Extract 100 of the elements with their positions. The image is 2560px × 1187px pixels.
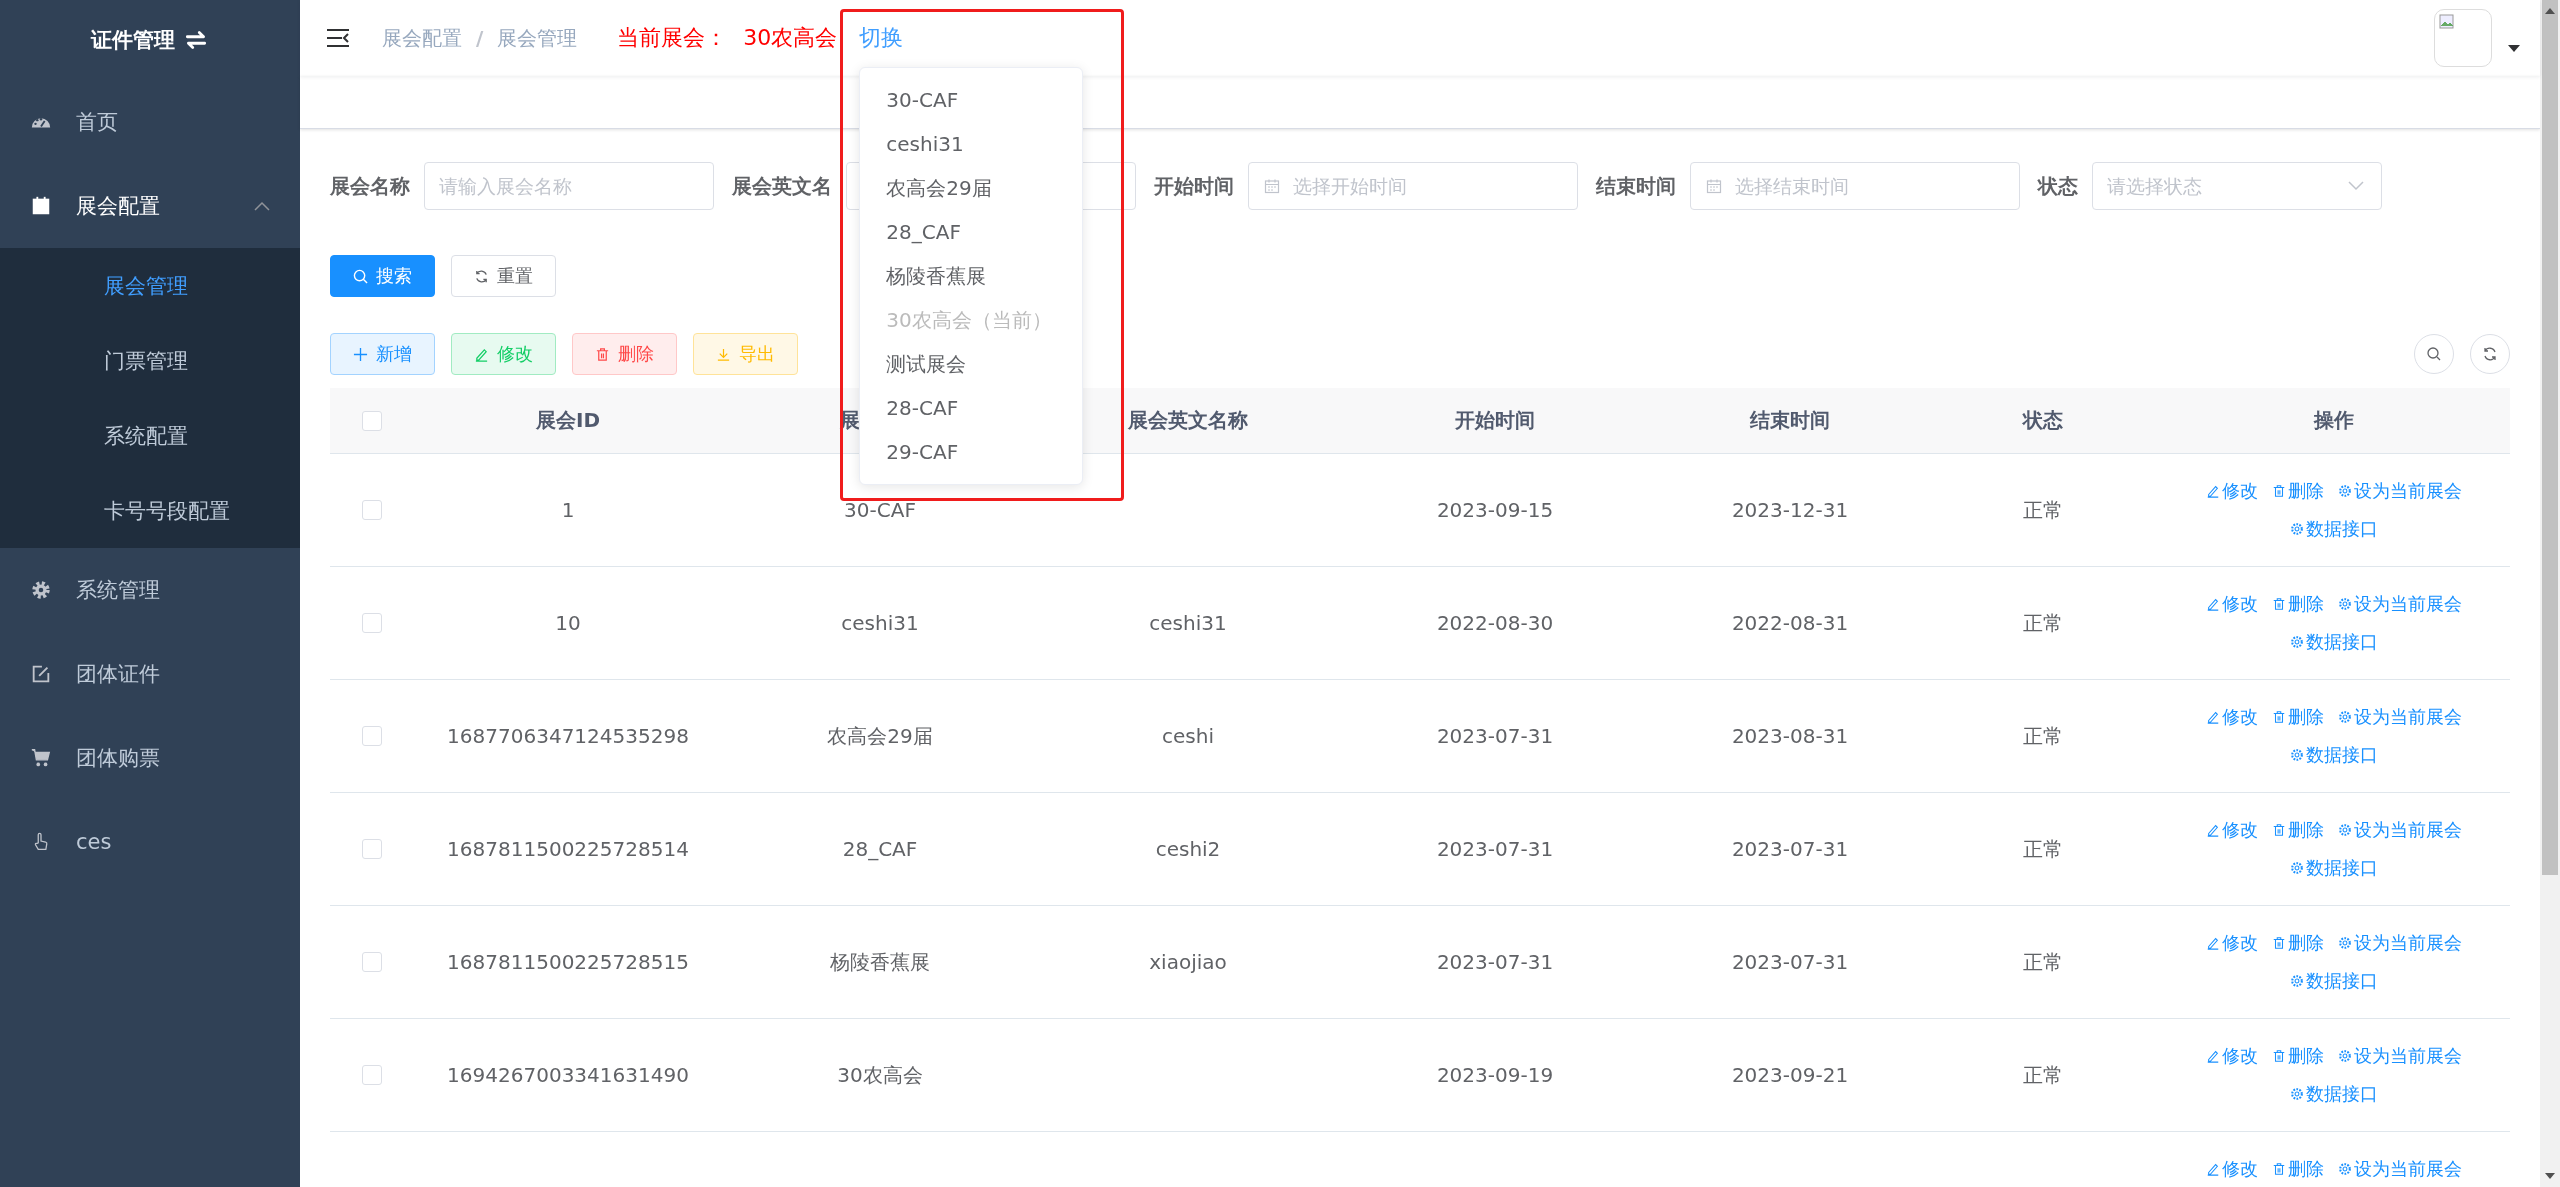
- dropdown-item[interactable]: ceshi31: [860, 122, 1083, 166]
- column-header: 展会英文名称: [1128, 407, 1248, 434]
- current-exhibition-label: 当前展会：: [617, 24, 728, 52]
- menu-item[interactable]: 团体购票: [0, 716, 300, 800]
- table-cell: 2023-12-31: [1731, 498, 1849, 522]
- table-cell: 2023-07-31: [1731, 950, 1849, 974]
- menu-item[interactable]: ces: [0, 800, 300, 884]
- table-cell: 正常: [2023, 835, 2063, 863]
- submenu-item[interactable]: 系统配置: [0, 398, 300, 473]
- table-cell: 30-CAF: [844, 498, 916, 522]
- table-cell: 2023-09-15: [1436, 498, 1554, 522]
- table-cell: 1694267003341631490: [447, 1063, 689, 1087]
- action-link[interactable]: 设为当前展会: [2338, 1157, 2462, 1181]
- select-field[interactable]: 请选择状态: [2092, 162, 2382, 210]
- action-link[interactable]: 删除: [2272, 479, 2324, 503]
- table-cell: 2023-09-21: [1731, 1063, 1849, 1087]
- action-link[interactable]: 设为当前展会: [2338, 818, 2462, 842]
- table-cell: 1687811500225728514: [447, 837, 689, 861]
- action-link[interactable]: 删除: [2272, 818, 2324, 842]
- menu-item[interactable]: 首页: [0, 80, 300, 164]
- dropdown-item[interactable]: 杨陵香蕉展: [860, 254, 1083, 298]
- menu-item[interactable]: 系统管理: [0, 548, 300, 632]
- table-cell: 正常: [2023, 948, 2063, 976]
- search-button[interactable]: 搜索: [330, 255, 435, 297]
- breadcrumb-item[interactable]: 展会配置: [382, 24, 462, 52]
- action-link[interactable]: 设为当前展会: [2338, 931, 2462, 955]
- dropdown-item[interactable]: 28-CAF: [860, 386, 1083, 430]
- column-header: 展会ID: [535, 407, 600, 434]
- edit-button[interactable]: 修改: [451, 333, 556, 375]
- submenu-item[interactable]: 展会管理: [0, 248, 300, 323]
- dropdown-item[interactable]: 农高会29届: [860, 166, 1083, 210]
- table-cell: ceshi31: [841, 611, 919, 635]
- table-cell: 1687706347124535298: [447, 724, 689, 748]
- filter-label: 结束时间: [1596, 172, 1676, 200]
- table-cell: xiaojiao: [1149, 950, 1227, 974]
- action-link[interactable]: 数据接口: [2290, 630, 2378, 654]
- action-link[interactable]: 删除: [2272, 931, 2324, 955]
- table-cell: 10: [555, 611, 581, 635]
- action-link[interactable]: 删除: [2272, 592, 2324, 616]
- dropdown-item[interactable]: 30-CAF: [860, 78, 1083, 122]
- action-link[interactable]: 修改: [2206, 1157, 2258, 1181]
- action-link[interactable]: 删除: [2272, 1157, 2324, 1181]
- table-cell: 正常: [2023, 496, 2063, 524]
- filter-label: 展会名称: [330, 172, 410, 200]
- table-cell: 2023-07-31: [1436, 950, 1554, 974]
- breadcrumb-item: 展会管理: [497, 24, 578, 52]
- action-link[interactable]: 修改: [2206, 479, 2258, 503]
- table-cell: 1687811500225728515: [447, 950, 689, 974]
- action-link[interactable]: 删除: [2272, 705, 2324, 729]
- breadcrumb-separator: /: [476, 26, 484, 50]
- menu-item[interactable]: 团体证件: [0, 632, 300, 716]
- submenu-item[interactable]: 卡号号段配置: [0, 473, 300, 548]
- table-cell: 农高会29届: [827, 722, 933, 750]
- table-cell: 杨陵香蕉展: [830, 948, 930, 976]
- column-header: 操作: [2314, 407, 2354, 434]
- date-field[interactable]: 选择开始时间: [1248, 162, 1578, 210]
- action-link[interactable]: 数据接口: [2290, 517, 2378, 541]
- action-link[interactable]: 修改: [2206, 592, 2258, 616]
- action-link[interactable]: 修改: [2206, 931, 2258, 955]
- table-cell: ceshi31: [1149, 611, 1227, 635]
- action-link[interactable]: 修改: [2206, 705, 2258, 729]
- column-header: 状态: [2023, 407, 2063, 434]
- add-button[interactable]: 新增: [330, 333, 435, 375]
- dropdown-item[interactable]: 测试展会: [860, 342, 1083, 386]
- action-link[interactable]: 数据接口: [2290, 743, 2378, 767]
- table-cell: 2023-08-31: [1731, 724, 1849, 748]
- action-link[interactable]: 数据接口: [2290, 856, 2378, 880]
- table-cell: 2022-08-30: [1436, 611, 1554, 635]
- table-cell: ceshi: [1162, 724, 1214, 748]
- switch-link[interactable]: 切换: [859, 25, 904, 50]
- action-link[interactable]: 修改: [2206, 818, 2258, 842]
- action-link[interactable]: 修改: [2206, 1044, 2258, 1068]
- table-cell: 正常: [2023, 722, 2063, 750]
- reset-button[interactable]: 重置: [451, 255, 556, 297]
- submenu-item[interactable]: 门票管理: [0, 323, 300, 398]
- action-link[interactable]: 设为当前展会: [2338, 592, 2462, 616]
- menu-item[interactable]: 展会配置: [0, 164, 300, 248]
- dropdown-item[interactable]: 29-CAF: [860, 430, 1083, 474]
- action-link[interactable]: 数据接口: [2290, 1082, 2378, 1106]
- action-link[interactable]: 设为当前展会: [2338, 1044, 2462, 1068]
- column-header: 开始时间: [1455, 407, 1535, 434]
- action-link[interactable]: 数据接口: [2290, 969, 2378, 993]
- delete-button[interactable]: 删除: [572, 333, 677, 375]
- table-cell: 2023-07-31: [1436, 724, 1554, 748]
- dropdown-item[interactable]: 28_CAF: [860, 210, 1083, 254]
- table-cell: 正常: [2023, 609, 2063, 637]
- table-cell: 2022-08-31: [1731, 611, 1849, 635]
- table-cell: ceshi2: [1155, 837, 1221, 861]
- table-cell: 30农高会: [837, 1061, 923, 1089]
- action-link[interactable]: 删除: [2272, 1044, 2324, 1068]
- text-field[interactable]: 请输入展会名称: [424, 162, 714, 210]
- date-field[interactable]: 选择结束时间: [1690, 162, 2020, 210]
- action-link[interactable]: 设为当前展会: [2338, 479, 2462, 503]
- table-cell: 28_CAF: [842, 837, 918, 861]
- app-title: 证件管理: [91, 27, 175, 54]
- table-cell: 1: [561, 498, 575, 522]
- action-link[interactable]: 设为当前展会: [2338, 705, 2462, 729]
- table-cell: 2023-09-19: [1436, 1063, 1554, 1087]
- table-cell: 2023-07-31: [1731, 837, 1849, 861]
- filter-label: 状态: [2038, 172, 2078, 200]
